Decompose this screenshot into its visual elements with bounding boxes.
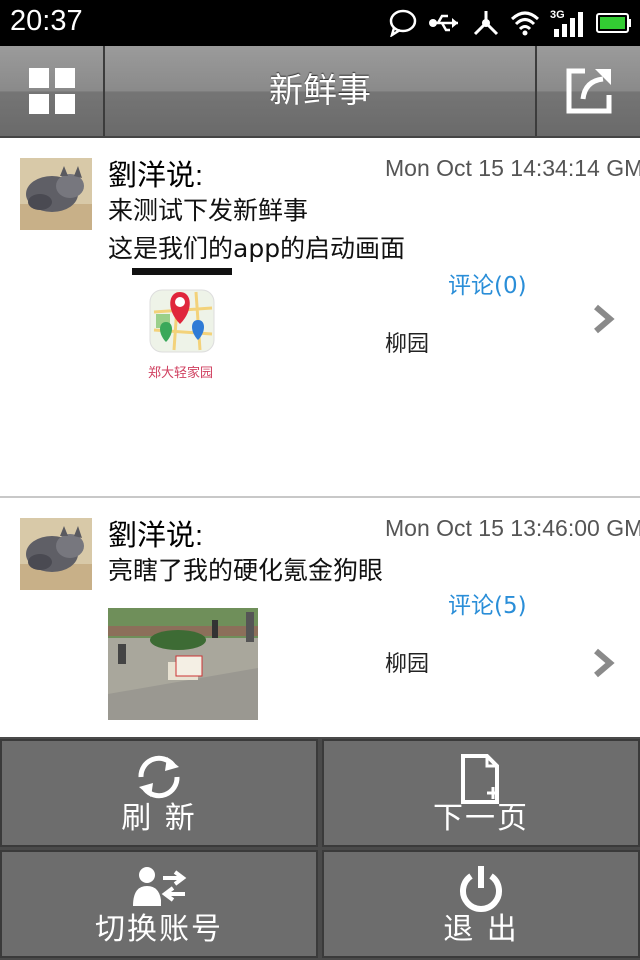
post-text: 亮瞎了我的硬化氪金狗眼 <box>108 552 383 590</box>
feed-item[interactable]: 劉洋说: Mon Oct 15 14:34:14 GM 来测试下发新鲜事 这是我… <box>0 138 640 498</box>
post-author[interactable]: 劉洋说: <box>108 512 203 554</box>
next-page-label: 下一页 <box>433 801 529 836</box>
news-feed[interactable]: 劉洋说: Mon Oct 15 14:34:14 GM 来测试下发新鲜事 这是我… <box>0 138 640 738</box>
share-icon <box>566 68 611 114</box>
options-menu: 刷 新 下一页 切换账号 退 出 <box>0 737 640 960</box>
exit-label: 退 出 <box>443 912 519 947</box>
status-time: 20:37 <box>10 5 83 37</box>
usb-icon <box>429 14 458 32</box>
signal-icon: 3G <box>550 9 586 37</box>
chevron-right-icon[interactable] <box>590 648 618 678</box>
refresh-label: 刷 新 <box>121 801 197 836</box>
post-time: Mon Oct 15 14:34:14 GM <box>385 155 640 181</box>
refresh-button[interactable]: 刷 新 <box>0 739 318 847</box>
exit-button[interactable]: 退 出 <box>322 850 640 958</box>
post-image[interactable] <box>108 608 258 720</box>
switch-account-button[interactable]: 切换账号 <box>0 850 318 958</box>
wifi-icon <box>510 11 540 36</box>
battery-icon <box>596 13 631 33</box>
post-text-line: 亮瞎了我的硬化氪金狗眼 <box>108 556 384 585</box>
post-image[interactable] <box>108 268 238 428</box>
post-text-line: 来测试下发新鲜事 <box>108 196 309 225</box>
feed-item[interactable]: 劉洋说: Mon Oct 15 13:46:00 GM 亮瞎了我的硬化氪金狗眼 … <box>0 498 640 738</box>
status-icons: 3G <box>388 7 632 39</box>
post-text-line: 这是我们的app的启动画面 <box>108 234 406 263</box>
post-text: 来测试下发新鲜事 这是我们的app的启动画面 <box>108 192 405 268</box>
post-location: 柳园 <box>385 332 430 357</box>
menu-grid-button[interactable] <box>0 46 105 136</box>
post-location: 柳园 <box>385 652 430 677</box>
comments-link[interactable]: 评论(0) <box>448 266 527 300</box>
share-button[interactable] <box>535 46 640 136</box>
thumb-caption: 郑大轻家园 <box>148 366 214 381</box>
avatar <box>20 158 92 230</box>
post-time: Mon Oct 15 13:46:00 GM <box>385 515 640 541</box>
page-title: 新鲜事 <box>269 71 371 111</box>
debug-icon <box>473 11 499 36</box>
avatar <box>20 518 92 590</box>
chevron-right-icon[interactable] <box>590 304 618 334</box>
title-bar: 新鲜事 <box>0 46 640 138</box>
status-bar: 20:37 3G <box>0 0 640 46</box>
comments-link[interactable]: 评论(5) <box>448 586 527 620</box>
next-page-button[interactable]: 下一页 <box>322 739 640 847</box>
grid-icon <box>28 68 75 114</box>
switch-account-label: 切换账号 <box>95 912 223 947</box>
chat-bubble-icon <box>389 9 417 37</box>
post-author[interactable]: 劉洋说: <box>108 152 203 194</box>
